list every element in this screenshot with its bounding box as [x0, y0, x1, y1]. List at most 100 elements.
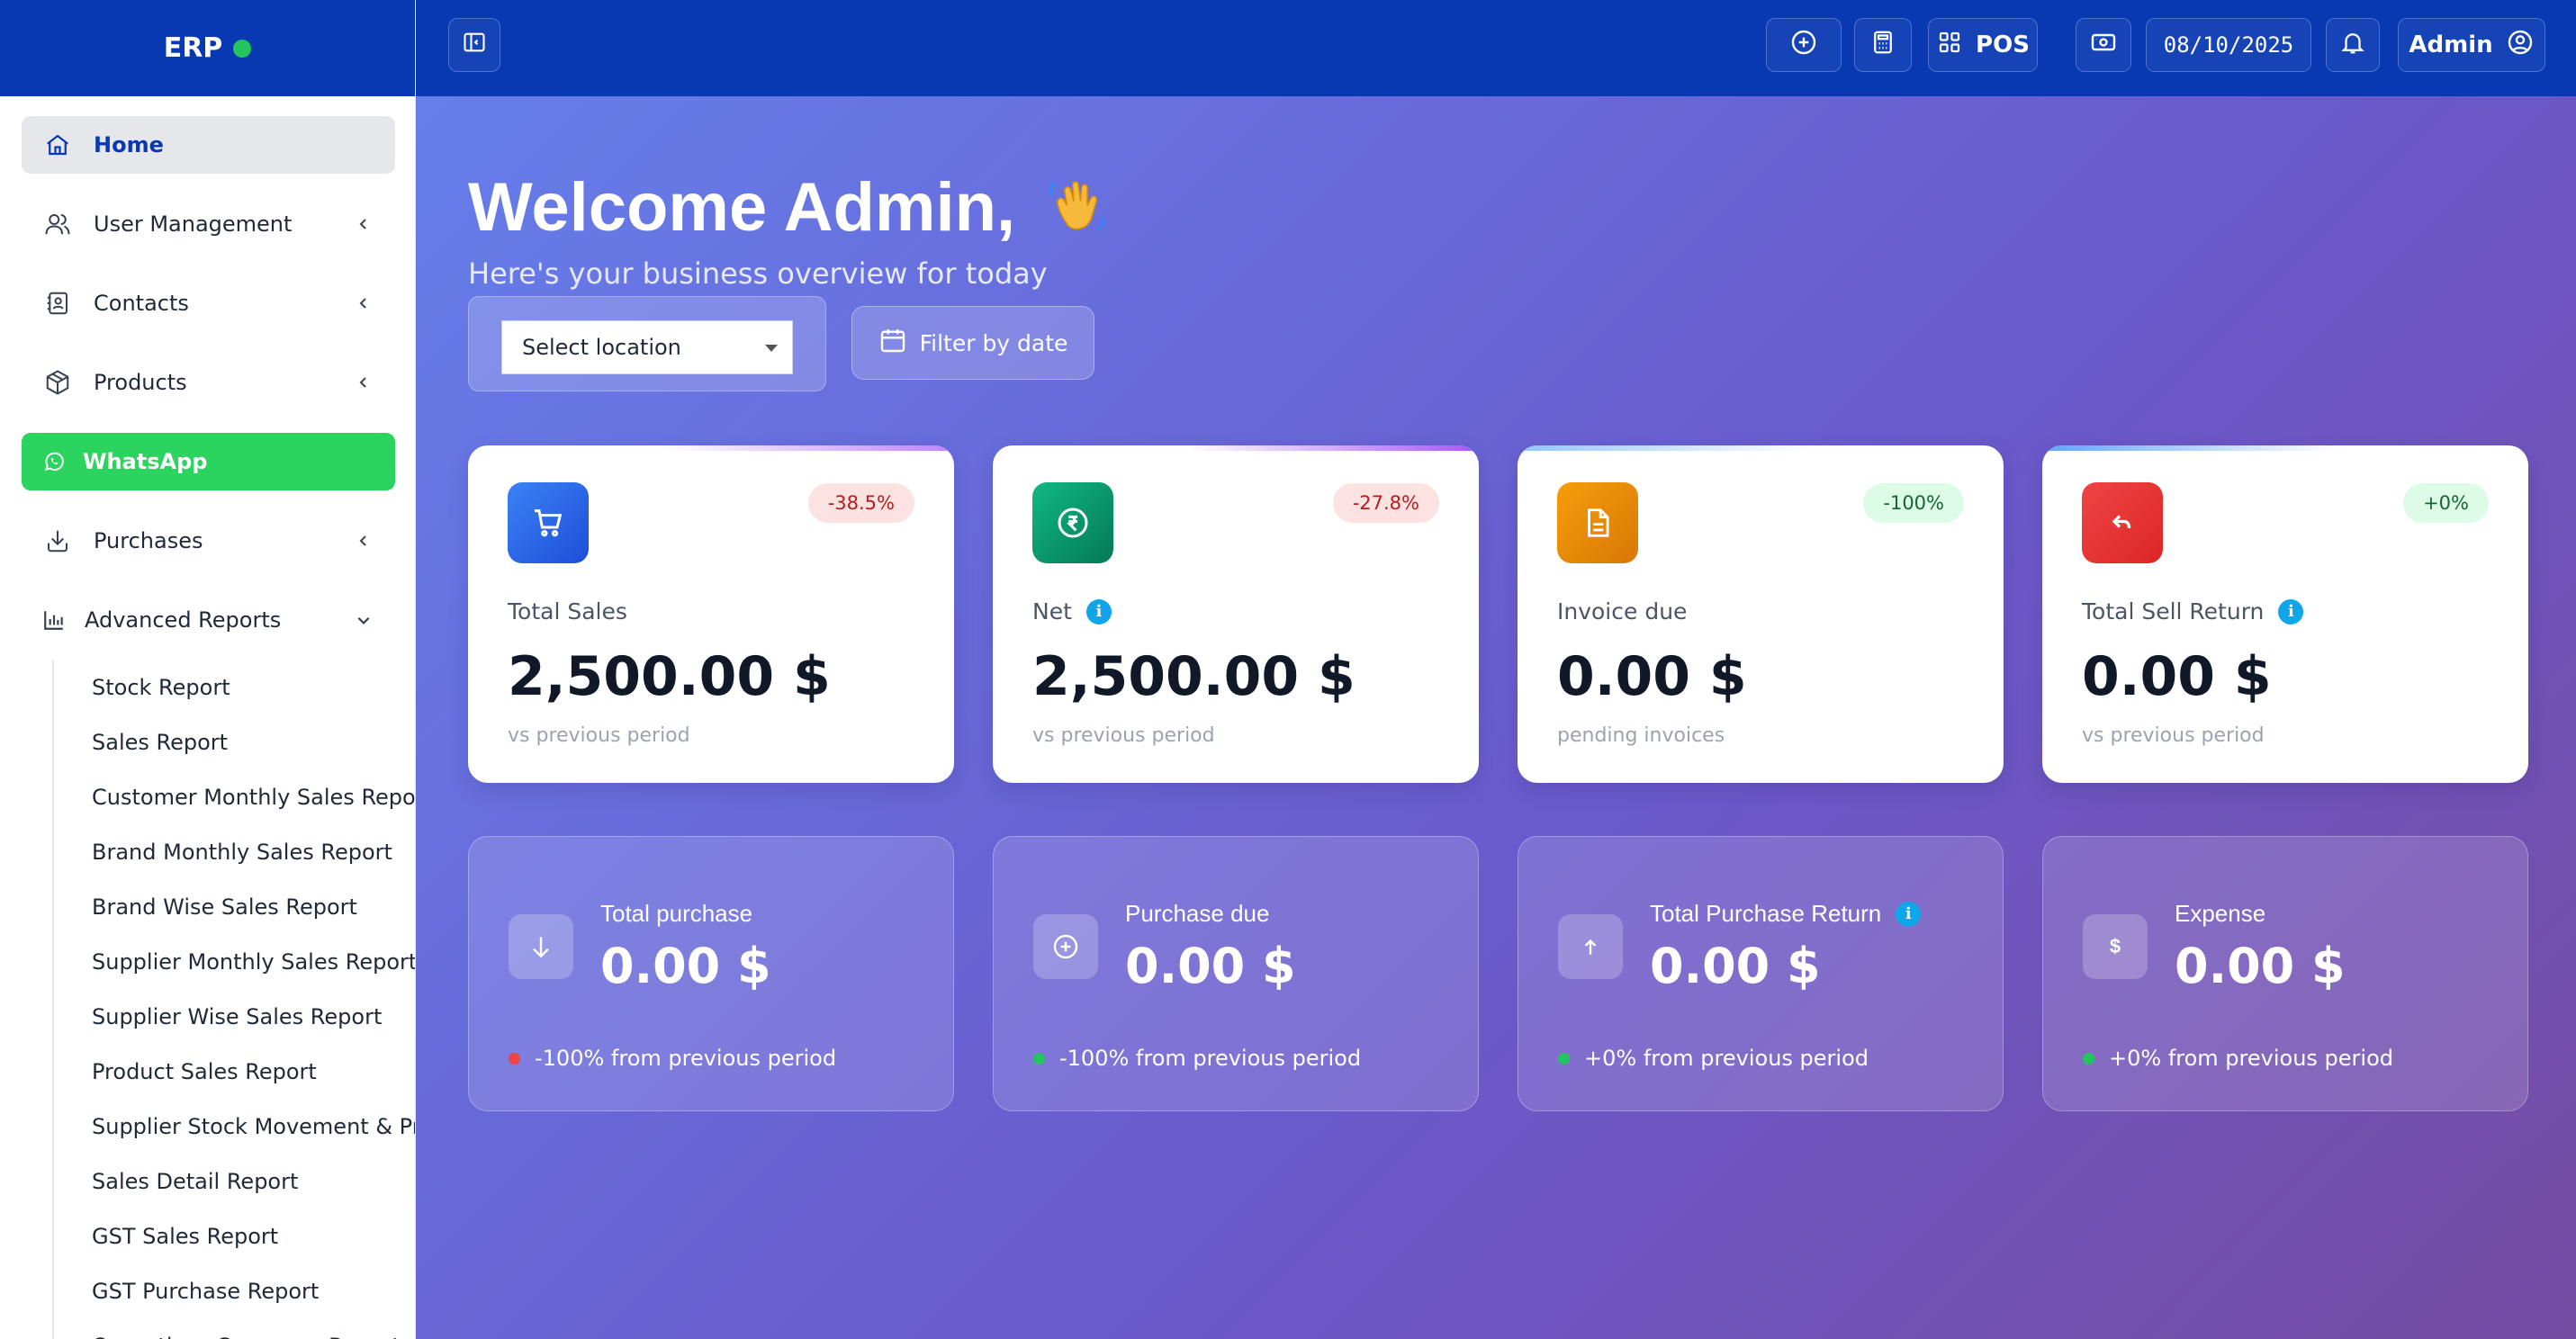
sidebar-item-user-management[interactable]: User Management — [22, 195, 395, 253]
report-link-gst-sales[interactable]: GST Sales Report — [54, 1209, 415, 1263]
trend-dot — [2083, 1052, 2094, 1065]
report-link-brand-wise-sales[interactable]: Brand Wise Sales Report — [54, 879, 415, 934]
summary-trend: +0% from previous period — [2083, 1046, 2393, 1071]
sidebar-item-label: Home — [94, 132, 164, 157]
rupee-icon — [1032, 482, 1113, 563]
report-link-stock[interactable]: Stock Report — [54, 660, 415, 714]
sidebar-item-contacts[interactable]: Contacts — [22, 274, 395, 332]
box-icon — [41, 366, 74, 399]
stat-card-total-sales[interactable]: -38.5% Total Sales 2,500.00 $ vs previou… — [468, 445, 954, 783]
summary-trend: -100% from previous period — [1033, 1046, 1361, 1071]
cash-register-button[interactable] — [2076, 18, 2131, 72]
card-accent — [993, 445, 1479, 451]
summary-trend-text: +0% from previous period — [2109, 1046, 2393, 1071]
pos-label: POS — [1976, 31, 2030, 58]
plus-circle-icon — [1033, 914, 1098, 979]
sidebar-item-whatsapp[interactable]: WhatsApp — [22, 433, 395, 490]
calendar-icon — [878, 326, 907, 360]
summary-card-total-purchase-return[interactable]: Total Purchase Return i 0.00 $ +0% from … — [1518, 836, 2004, 1111]
stat-value: 2,500.00 $ — [1032, 645, 1356, 708]
reports-submenu: Stock Report Sales Report Customer Month… — [52, 660, 415, 1339]
status-dot — [233, 39, 252, 58]
card-accent — [1518, 445, 2004, 451]
summary-value: 0.00 $ — [600, 938, 771, 994]
notifications-button[interactable] — [2326, 18, 2380, 72]
card-accent — [2042, 445, 2528, 451]
sidebar-toggle-button[interactable] — [448, 18, 500, 72]
arrow-up-icon — [1558, 914, 1623, 979]
stat-card-total-sell-return[interactable]: +0% Total Sell Return i 0.00 $ vs previo… — [2042, 445, 2528, 783]
report-link-operations-summary[interactable]: Operations Summary Report — [54, 1318, 415, 1339]
calculator-button[interactable] — [1854, 18, 1912, 72]
info-icon[interactable]: i — [2278, 598, 2304, 625]
summary-card-purchase-due[interactable]: Purchase due 0.00 $ -100% from previous … — [993, 836, 1479, 1111]
location-select[interactable]: Select location — [501, 320, 793, 374]
summary-trend: +0% from previous period — [1558, 1046, 1869, 1071]
change-badge: -100% — [1863, 483, 1964, 523]
stat-note: pending invoices — [1557, 724, 1725, 747]
dashboard-main: Welcome Admin, Here's your business over… — [416, 96, 2576, 1339]
filter-by-date-button[interactable]: Filter by date — [851, 306, 1094, 380]
report-link-customer-monthly-sales[interactable]: Customer Monthly Sales Repor — [54, 769, 415, 824]
add-button[interactable] — [1766, 18, 1842, 72]
trend-dot — [509, 1052, 520, 1065]
report-link-supplier-monthly-sales[interactable]: Supplier Monthly Sales Report — [54, 934, 415, 989]
report-link-brand-monthly-sales[interactable]: Brand Monthly Sales Report — [54, 824, 415, 879]
chevron-left-icon — [354, 531, 374, 551]
sidebar-item-advanced-reports[interactable]: Advanced Reports — [22, 591, 395, 649]
info-icon[interactable]: i — [1085, 598, 1112, 625]
summary-label-text: Total Purchase Return — [1650, 900, 1882, 927]
sidebar-item-home[interactable]: Home — [22, 116, 395, 174]
report-link-sales-detail[interactable]: Sales Detail Report — [54, 1154, 415, 1209]
pos-button[interactable]: POS — [1928, 18, 2038, 72]
grid-icon — [1936, 29, 1963, 62]
summary-label-text: Expense — [2175, 900, 2266, 927]
report-link-product-sales[interactable]: Product Sales Report — [54, 1044, 415, 1099]
report-link-sales[interactable]: Sales Report — [54, 714, 415, 769]
user-menu-button[interactable]: Admin — [2398, 18, 2545, 72]
sidebar-item-purchases[interactable]: Purchases — [22, 512, 395, 570]
stat-card-net[interactable]: -27.8% Net i 2,500.00 $ vs previous peri… — [993, 445, 1479, 783]
chevron-left-icon — [354, 214, 374, 234]
info-icon[interactable]: i — [1896, 901, 1922, 927]
bell-icon — [2339, 29, 2366, 62]
date-display[interactable]: 08/10/2025 — [2146, 18, 2311, 72]
brand[interactable]: ERP — [0, 0, 415, 96]
download-icon — [41, 525, 74, 557]
summary-card-expense[interactable]: $ Expense 0.00 $ +0% from previous perio… — [2042, 836, 2528, 1111]
chevron-down-icon — [354, 610, 374, 630]
chevron-left-icon — [354, 373, 374, 392]
filter-by-date-label: Filter by date — [919, 329, 1068, 356]
sidebar-item-label: Contacts — [94, 291, 189, 316]
sidebar-item-label: Purchases — [94, 528, 203, 553]
summary-label: Purchase due — [1125, 900, 1269, 928]
stat-label: Invoice due — [1557, 598, 1687, 625]
stat-note: vs previous period — [2082, 724, 2265, 747]
change-badge: -38.5% — [807, 483, 914, 523]
report-link-supplier-stock-movement[interactable]: Supplier Stock Movement & Pro — [54, 1099, 415, 1154]
home-icon — [41, 129, 74, 161]
stat-value: 0.00 $ — [1557, 645, 1747, 708]
change-badge: -27.8% — [1332, 483, 1439, 523]
users-icon — [41, 208, 74, 240]
stat-note: vs previous period — [1032, 724, 1215, 747]
stat-label-text: Total Sell Return — [2082, 598, 2265, 625]
stat-note: vs previous period — [508, 724, 690, 747]
summary-label: Total purchase — [600, 900, 752, 928]
sidebar-item-products[interactable]: Products — [22, 354, 395, 411]
summary-card-total-purchase[interactable]: Total purchase 0.00 $ -100% from previou… — [468, 836, 954, 1111]
report-link-supplier-wise-sales[interactable]: Supplier Wise Sales Report — [54, 989, 415, 1044]
page-subtitle: Here's your business overview for today — [468, 256, 1048, 291]
caret-down-icon — [765, 345, 778, 352]
sidebar-item-label: Products — [94, 370, 187, 395]
brand-name: ERP — [163, 32, 223, 64]
summary-value: 0.00 $ — [1125, 938, 1296, 994]
money-icon — [2089, 28, 2118, 63]
report-link-gst-purchase[interactable]: GST Purchase Report — [54, 1263, 415, 1318]
summary-label-text: Purchase due — [1125, 900, 1270, 927]
card-accent — [468, 445, 954, 451]
stat-card-invoice-due[interactable]: -100% Invoice due 0.00 $ pending invoice… — [1518, 445, 2004, 783]
calculator-icon — [1869, 29, 1896, 62]
stat-value: 2,500.00 $ — [508, 645, 831, 708]
plus-circle-icon — [1789, 28, 1818, 63]
